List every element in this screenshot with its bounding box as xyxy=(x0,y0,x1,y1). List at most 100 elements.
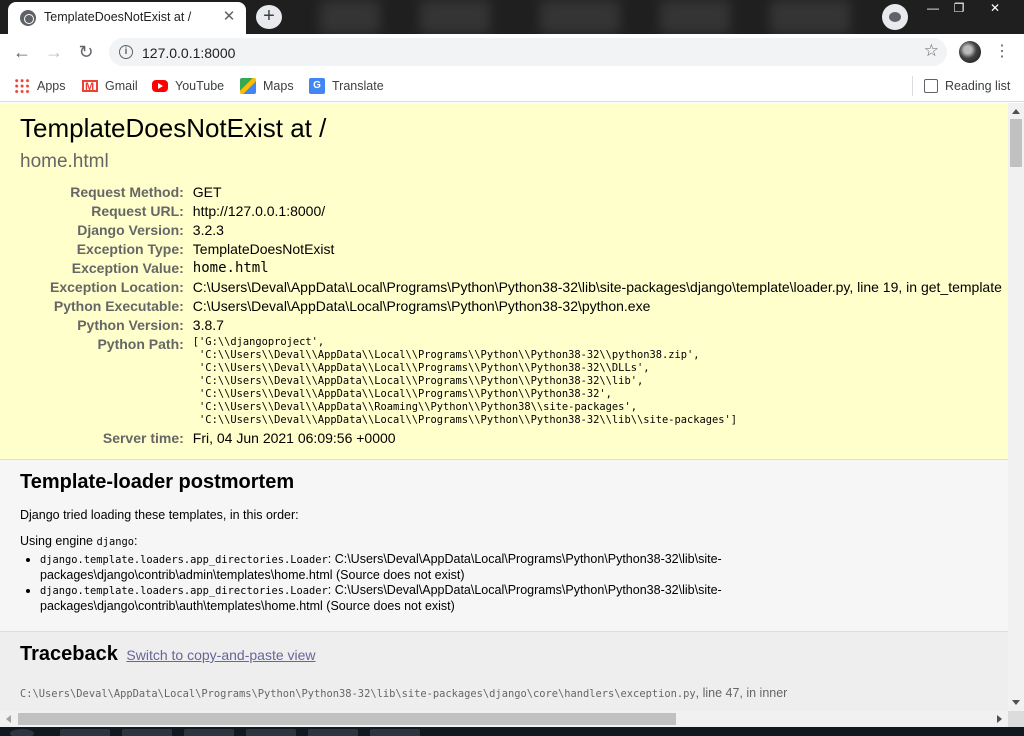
bookmark-label: Gmail xyxy=(105,79,138,93)
loader-name: django.template.loaders.app_directories.… xyxy=(40,554,328,566)
tab-close-icon[interactable]: ✕ xyxy=(220,8,238,26)
meta-label: Server time: xyxy=(102,430,184,446)
reading-list-label: Reading list xyxy=(945,79,1011,93)
list-item: django.template.loaders.app_directories.… xyxy=(40,552,740,583)
loader-list: django.template.loaders.app_directories.… xyxy=(40,552,988,614)
bookmark-gmail[interactable]: Gmail xyxy=(82,77,138,96)
horizontal-scrollbar[interactable] xyxy=(0,711,1008,727)
meta-value: Fri, 04 Jun 2021 06:09:56 +0000 xyxy=(192,430,396,446)
list-item: django.template.loaders.app_directories.… xyxy=(40,583,740,614)
meta-label: Django Version: xyxy=(77,222,184,238)
meta-row: Exception Type: TemplateDoesNotExist xyxy=(30,240,1002,259)
request-meta-table: Request Method: GET Request URL: http://12… xyxy=(30,183,1002,448)
taskbar-item[interactable] xyxy=(10,729,34,736)
meta-label: Exception Type: xyxy=(76,241,184,257)
bookmarks-divider xyxy=(912,76,913,96)
meta-value: home.html xyxy=(192,260,269,276)
engine-line: Using engine django: xyxy=(20,534,988,548)
url-text[interactable]: 127.0.0.1:8000 xyxy=(142,45,235,61)
meta-row: Server time: Fri, 04 Jun 2021 06:09:56 +0… xyxy=(30,429,1002,448)
meta-label: Python Path: xyxy=(97,336,184,352)
meta-row: Request Method: GET xyxy=(30,183,1002,202)
meta-label: Python Version: xyxy=(77,317,184,333)
bookmark-maps[interactable]: Maps xyxy=(240,77,294,95)
exception-message: home.html xyxy=(20,151,109,172)
scroll-up-icon[interactable] xyxy=(1012,109,1020,114)
browser-toolbar: ← → ↻ i 127.0.0.1:8000 ☆ ⋮ xyxy=(0,34,1024,70)
youtube-icon xyxy=(152,79,168,92)
vertical-scroll-thumb[interactable] xyxy=(1010,119,1022,167)
frame-location: , line 47, in inner xyxy=(695,686,788,700)
bookmark-translate[interactable]: G Translate xyxy=(309,77,384,95)
taskbar-item[interactable] xyxy=(246,729,296,736)
reading-list-button[interactable]: Reading list xyxy=(924,77,1010,95)
meta-row: Python Version: 3.8.7 xyxy=(30,316,1002,335)
engine-name: django xyxy=(96,536,134,548)
bookmark-youtube[interactable]: YouTube xyxy=(152,77,224,95)
meta-label: Python Executable: xyxy=(53,298,184,314)
scroll-left-icon[interactable] xyxy=(6,715,11,723)
meta-label: Exception Value: xyxy=(71,260,184,276)
scroll-down-icon[interactable] xyxy=(1012,700,1020,705)
globe-icon xyxy=(20,10,36,26)
reload-icon[interactable]: ↻ xyxy=(74,40,98,64)
meta-label: Request Method: xyxy=(70,184,184,200)
reading-list-icon xyxy=(924,78,938,93)
loader-name: django.template.loaders.app_directories.… xyxy=(40,585,328,597)
profile-avatar[interactable] xyxy=(959,41,981,63)
apps-grid-icon xyxy=(14,77,30,94)
template-postmortem-section: Template-loader postmortem Django tried … xyxy=(0,460,1008,632)
scroll-right-icon[interactable] xyxy=(997,715,1002,723)
os-taskbar xyxy=(0,727,1024,736)
error-summary: TemplateDoesNotExist at / home.html Requ… xyxy=(0,103,1008,460)
meta-value: 3.2.3 xyxy=(192,222,224,238)
taskbar-item[interactable] xyxy=(370,729,420,736)
traceback-frame[interactable]: C:\Users\Deval\AppData\Local\Programs\Py… xyxy=(20,686,988,700)
meta-value: 3.8.7 xyxy=(192,317,224,333)
traceback-title: Traceback xyxy=(20,643,118,665)
horizontal-scroll-thumb[interactable] xyxy=(18,713,676,725)
meta-value: C:\Users\Deval\AppData\Local\Programs\Py… xyxy=(192,279,1002,295)
bookmark-label: YouTube xyxy=(175,79,225,93)
engine-prefix: Using engine xyxy=(20,534,97,548)
meta-row: Request URL: http://127.0.0.1:8000/ xyxy=(30,202,1002,221)
scrollbar-corner xyxy=(1008,711,1024,727)
browser-tab-active[interactable]: TemplateDoesNotExist at / ✕ xyxy=(8,2,246,34)
vertical-scrollbar[interactable] xyxy=(1008,103,1024,711)
switch-view-link[interactable]: Switch to copy-and-paste view xyxy=(126,647,315,663)
postmortem-intro: Django tried loading these templates, in… xyxy=(20,508,299,522)
bookmark-apps[interactable]: Apps xyxy=(14,77,66,95)
new-tab-button[interactable]: + xyxy=(256,5,282,29)
taskbar-item[interactable] xyxy=(184,729,234,736)
meta-value: ['G:\\djangoproject', 'C:\\Users\\Deval\… xyxy=(193,335,1002,429)
page-title: TemplateDoesNotExist at / xyxy=(20,113,327,143)
bookmark-star-icon[interactable]: ☆ xyxy=(924,41,939,61)
meta-label: Request URL: xyxy=(91,203,184,219)
meta-row: Django Version: 3.2.3 xyxy=(30,221,1002,240)
taskbar-item[interactable] xyxy=(308,729,358,736)
tab-strip: TemplateDoesNotExist at / ✕ + — ❐ ✕ xyxy=(0,0,1024,34)
site-info-icon[interactable]: i xyxy=(119,45,133,59)
section-title: Traceback Switch to copy-and-paste view xyxy=(20,643,316,665)
forward-icon[interactable]: → xyxy=(42,40,66,64)
tab-title: TemplateDoesNotExist at / xyxy=(44,10,192,24)
tab-search-icon[interactable] xyxy=(882,4,908,30)
traceback-section: Traceback Switch to copy-and-paste view … xyxy=(0,632,1008,711)
taskbar-item[interactable] xyxy=(60,729,110,736)
bookmark-label: Translate xyxy=(332,79,384,93)
meta-row: Exception Value: home.html xyxy=(30,259,1002,278)
taskbar-item[interactable] xyxy=(122,729,172,736)
meta-value: C:\Users\Deval\AppData\Local\Programs\Py… xyxy=(192,298,651,314)
engine-suffix: : xyxy=(134,534,138,548)
back-icon[interactable]: ← xyxy=(10,40,34,64)
bookmark-label: Maps xyxy=(263,79,294,93)
kebab-menu-icon[interactable]: ⋮ xyxy=(994,41,1010,63)
meta-value: TemplateDoesNotExist xyxy=(192,241,335,257)
meta-row: Python Executable: C:\Users\Deval\AppData… xyxy=(30,297,1002,316)
python-path-list: ['G:\\djangoproject', 'C:\\Users\\Deval\… xyxy=(192,336,738,426)
meta-value: http://127.0.0.1:8000/ xyxy=(192,203,326,219)
close-window-button[interactable]: ✕ xyxy=(970,0,1020,18)
bookmarks-bar: Apps Gmail YouTube Maps G Translate Readi… xyxy=(0,70,1024,102)
address-bar[interactable]: i 127.0.0.1:8000 ☆ xyxy=(109,38,947,66)
gmail-icon xyxy=(82,78,98,96)
